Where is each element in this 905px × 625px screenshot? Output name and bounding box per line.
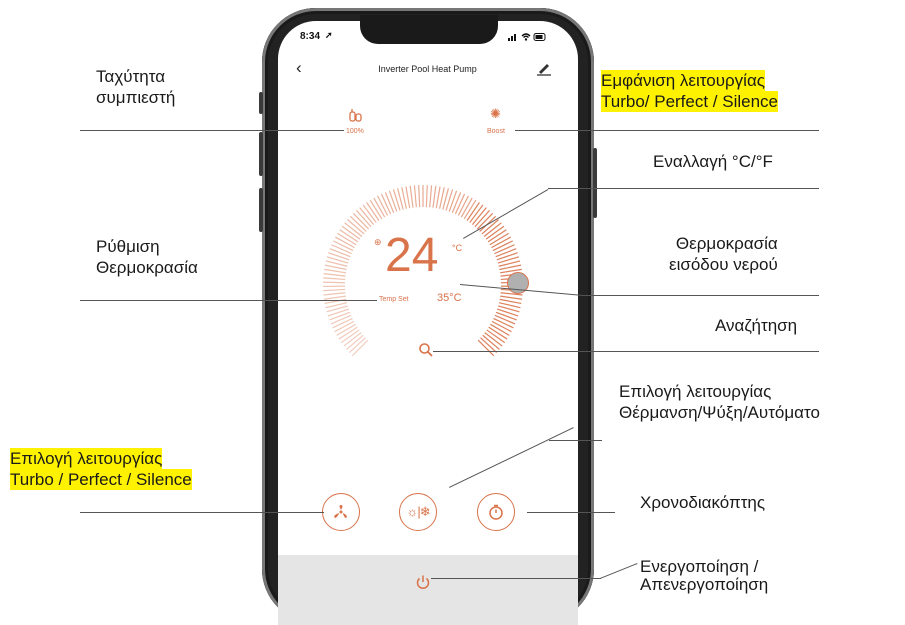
- dial-tick: [328, 253, 349, 260]
- mute-switch: [259, 92, 263, 114]
- app-title: Inverter Pool Heat Pump: [350, 64, 505, 74]
- label-search: Αναζήτηση: [715, 315, 797, 336]
- dial-tick: [324, 296, 346, 299]
- label-unit-toggle: Εναλλαγή °C/°F: [653, 151, 773, 172]
- dial-tick: [406, 186, 410, 208]
- fan-icon: [332, 503, 350, 521]
- dial-tick: [496, 312, 517, 320]
- leader-timer: [527, 512, 615, 513]
- leader-mode-select-h: [549, 440, 602, 441]
- power-side-button: [593, 148, 597, 218]
- leader-temp-setting: [80, 300, 377, 301]
- dial-tick: [433, 186, 436, 208]
- dial-tick: [324, 274, 346, 277]
- leader-power-h: [431, 578, 601, 579]
- location-icon: ➚: [325, 30, 333, 41]
- dial-tick: [455, 194, 464, 214]
- power-icon[interactable]: [415, 574, 431, 590]
- dial-tick: [389, 191, 396, 212]
- label-mode-select: Επιλογή λειτουργίαςΘέρμανση/Ψύξη/Αυτόματ…: [619, 381, 820, 423]
- dial-tick: [500, 299, 522, 303]
- phone-notch: [360, 15, 498, 44]
- search-icon[interactable]: [418, 342, 434, 358]
- label-fan-mode: Επιλογή λειτουργίαςTurbo / Perfect / Sil…: [10, 448, 192, 490]
- dial-tick: [426, 185, 427, 207]
- dial-tick: [414, 185, 416, 207]
- dial-tick: [449, 191, 456, 212]
- dial-tick: [323, 282, 345, 283]
- timer-icon: [487, 503, 505, 521]
- boost-sun-icon: ✺: [490, 106, 501, 122]
- dial-tick: [430, 185, 432, 207]
- dial-tick: [323, 278, 345, 280]
- label-mode-display: Εμφάνιση λειτουργίαςTurbo/ Perfect / Sil…: [601, 70, 778, 112]
- temp-set-value: 35°C: [437, 292, 462, 304]
- temp-marker-icon: ⊕: [374, 237, 382, 248]
- label-temp-setting: ΡύθμισηΘερμοκρασία: [96, 236, 198, 278]
- status-time: 8:34: [300, 31, 320, 42]
- label-timer: Χρονοδιακόπτης: [640, 492, 765, 513]
- dial-tick: [497, 253, 518, 260]
- mode-value: Boost: [487, 128, 505, 135]
- leader-unit-toggle-h: [548, 188, 819, 189]
- dial-tick: [329, 312, 350, 320]
- dial-tick: [496, 249, 517, 257]
- fan-mode-button[interactable]: [322, 493, 360, 531]
- dial-tick: [330, 249, 351, 257]
- leader-fan-mode: [80, 512, 324, 513]
- sun-snowflake-icon: ☼|❄: [406, 504, 429, 520]
- temperature-dial[interactable]: [318, 180, 528, 390]
- dial-tick: [500, 296, 522, 299]
- dial-tick: [495, 315, 515, 324]
- status-icons: [508, 32, 548, 42]
- dial-tick: [323, 293, 345, 295]
- label-power: Ενεργοποίηση /Απενεργοποίηση: [640, 558, 768, 594]
- compressor-value: 100%: [346, 128, 364, 135]
- back-button[interactable]: ‹: [296, 58, 302, 78]
- dial-tick: [452, 192, 460, 212]
- volume-up-button: [259, 132, 263, 176]
- unit-toggle[interactable]: °C: [452, 243, 462, 253]
- bottom-bar: [278, 555, 578, 625]
- volume-down-button: [259, 188, 263, 232]
- label-compressor-speed: Ταχύτητασυμπιεστή: [96, 66, 175, 108]
- label-inlet-temp: Θερμοκρασίαεισόδου νερού: [669, 233, 778, 275]
- dial-tick: [494, 245, 514, 254]
- compressor-icon: [348, 108, 364, 124]
- edit-icon[interactable]: [536, 62, 552, 76]
- dial-tick: [323, 289, 345, 290]
- dial-tick: [410, 186, 413, 208]
- dial-tick: [324, 269, 346, 272]
- dial-tick: [385, 192, 393, 212]
- leader-inlet-temp-h: [583, 295, 819, 296]
- current-temperature: 24: [385, 230, 438, 282]
- dial-tick: [381, 194, 390, 214]
- dial-tick: [331, 245, 351, 254]
- leader-search: [433, 351, 819, 352]
- leader-mode-display: [515, 130, 819, 131]
- dial-tick: [419, 185, 420, 207]
- dial-tick: [436, 186, 440, 208]
- dial-tick: [331, 315, 351, 324]
- heat-cool-mode-button[interactable]: ☼|❄: [399, 493, 437, 531]
- leader-compressor: [80, 130, 344, 131]
- temp-set-label: Temp Set: [379, 296, 409, 303]
- timer-button[interactable]: [477, 493, 515, 531]
- leader-power-d: [600, 563, 637, 579]
